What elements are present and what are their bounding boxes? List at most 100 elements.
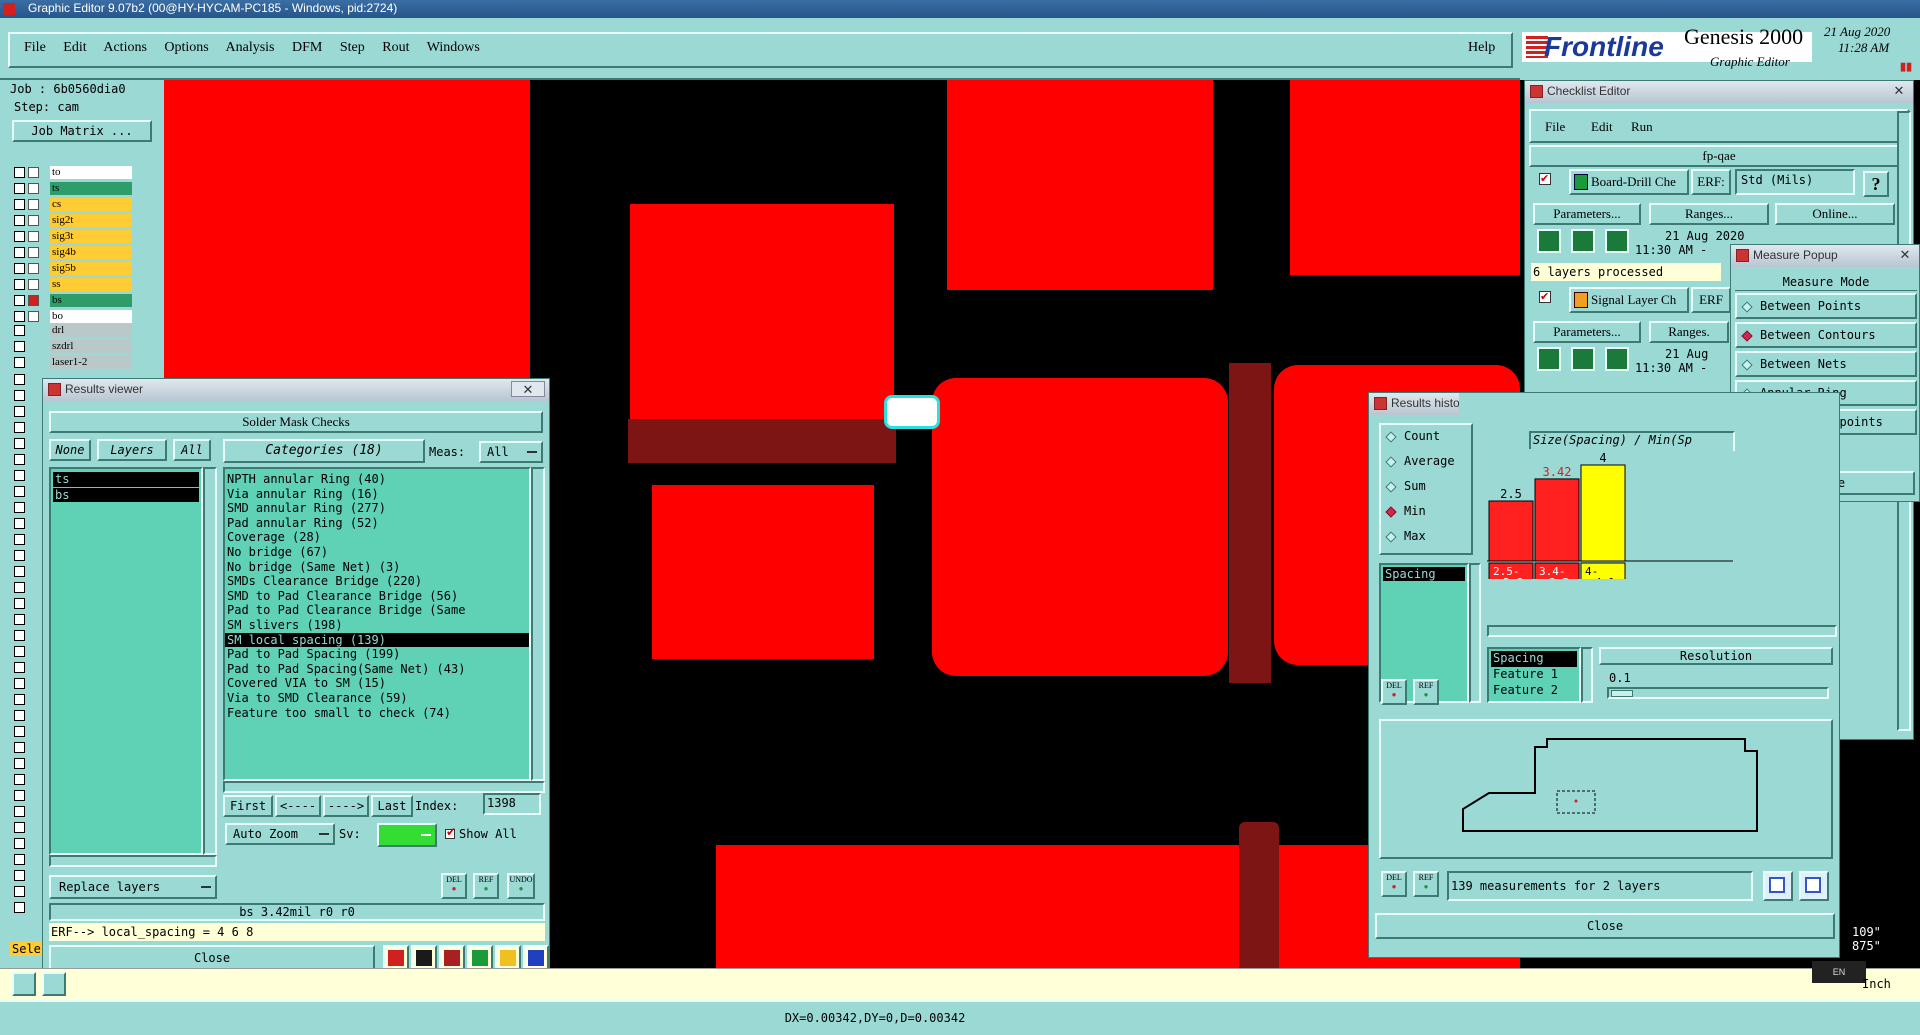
close-icon[interactable]: ✕ <box>511 381 545 397</box>
stat-option[interactable]: Min <box>1385 504 1471 529</box>
check2-button[interactable]: Signal Layer Ch <box>1569 287 1689 313</box>
layer-display-checkbox[interactable] <box>14 502 25 513</box>
check1-erf-button[interactable]: ERF: <box>1691 169 1731 195</box>
chart-hscrollbar[interactable] <box>1487 625 1837 637</box>
layer-display-checkbox[interactable] <box>14 790 25 801</box>
menu-edit[interactable]: Edit <box>63 40 86 55</box>
auto-zoom-dropdown[interactable]: Auto Zoom <box>225 823 335 845</box>
check2-checkbox[interactable]: ✔ <box>1539 291 1551 303</box>
category-hscrollbar[interactable] <box>223 781 545 793</box>
layer-row-sig4b[interactable]: sig4b <box>14 246 134 259</box>
check1-ranges-button[interactable]: Ranges... <box>1649 203 1769 225</box>
check1-button[interactable]: Board-Drill Che <box>1569 169 1689 195</box>
category-list-item[interactable]: Pad to Pad Spacing(Same Net) (43) <box>225 662 529 677</box>
resolution-slider[interactable] <box>1607 687 1829 699</box>
field-table-scrollbar[interactable] <box>1581 647 1593 703</box>
category-list-item[interactable]: Pad annular Ring (52) <box>225 516 529 531</box>
category-list-item[interactable]: No bridge (67) <box>225 545 529 560</box>
layer-display-checkbox[interactable] <box>14 854 25 865</box>
prev-button[interactable]: <---- <box>275 795 321 817</box>
export-histogram-icon[interactable] <box>1763 871 1793 901</box>
layer-display-checkbox[interactable] <box>14 742 25 753</box>
layer-display-checkbox[interactable] <box>14 806 25 817</box>
layer-display-checkbox[interactable] <box>14 167 25 178</box>
next-button[interactable]: ----> <box>323 795 369 817</box>
layer-row-to[interactable]: to <box>14 166 134 179</box>
layer-affected-checkbox[interactable] <box>28 295 39 306</box>
layer-display-checkbox[interactable] <box>14 215 25 226</box>
layer-display-checkbox[interactable] <box>14 646 25 657</box>
layer-display-checkbox[interactable] <box>14 870 25 881</box>
export-chart-icon[interactable] <box>1799 871 1829 901</box>
category-list-item[interactable]: Pad to Pad Spacing (199) <box>225 647 529 662</box>
category-list-item[interactable]: SMDs Clearance Bridge (220) <box>225 574 529 589</box>
stat-option[interactable]: Sum <box>1385 479 1471 504</box>
first-button[interactable]: First <box>223 795 273 817</box>
layer-hscrollbar[interactable] <box>49 855 217 867</box>
replace-layers-dropdown[interactable]: Replace layers <box>49 875 217 899</box>
help-icon[interactable]: ? <box>1863 171 1889 197</box>
meas-dropdown[interactable]: All <box>479 441 543 463</box>
layer-list-item[interactable]: bs <box>53 487 199 503</box>
layer-display-checkbox[interactable] <box>14 263 25 274</box>
check2-ranges-button[interactable]: Ranges. <box>1649 321 1729 343</box>
all-layers-button[interactable]: All <box>173 439 211 461</box>
layer-row-sig5b[interactable]: sig5b <box>14 262 134 275</box>
layer-display-checkbox[interactable] <box>14 630 25 641</box>
measure-mode-option[interactable]: Between Contours <box>1735 322 1917 348</box>
category-list-item[interactable]: Coverage (28) <box>225 530 529 545</box>
checklist-menu-run[interactable]: Run <box>1631 119 1653 135</box>
layer-affected-checkbox[interactable] <box>28 167 39 178</box>
layer-affected-checkbox[interactable] <box>28 247 39 258</box>
layer-display-checkbox[interactable] <box>14 374 25 385</box>
del-button[interactable]: DEL ● <box>441 873 467 899</box>
histogram-close-button[interactable]: Close <box>1375 913 1835 939</box>
tool-icon[interactable] <box>12 972 36 996</box>
undo-button[interactable]: UNDO ● <box>507 873 535 899</box>
slider-thumb[interactable] <box>1611 690 1633 697</box>
layer-row-ts[interactable]: ts <box>14 182 134 195</box>
layer-row-sig3t[interactable]: sig3t <box>14 230 134 243</box>
layer-affected-checkbox[interactable] <box>28 311 39 322</box>
menu-windows[interactable]: Windows <box>427 40 480 55</box>
hist-ref-button[interactable]: REF ● <box>1413 679 1439 705</box>
layer-display-checkbox[interactable] <box>14 390 25 401</box>
measure-mode-option[interactable]: Between Points <box>1735 293 1917 319</box>
layer-display-checkbox[interactable] <box>14 279 25 290</box>
layer-display-checkbox[interactable] <box>14 566 25 577</box>
layer-display-checkbox[interactable] <box>14 758 25 769</box>
layer-display-checkbox[interactable] <box>14 470 25 481</box>
run-action-icon[interactable] <box>1537 229 1561 253</box>
category-list-item[interactable]: Feature too small to check (74) <box>225 706 529 721</box>
category-list[interactable]: NPTH annular Ring (40) Via annular Ring (… <box>223 467 531 781</box>
layer-display-checkbox[interactable] <box>14 406 25 417</box>
category-list-item[interactable]: Pad to Pad Clearance Bridge (Same <box>225 603 529 618</box>
layer-row-bs[interactable]: bs <box>14 294 134 307</box>
layer-display-checkbox[interactable] <box>14 710 25 721</box>
check2-erf-button[interactable]: ERF <box>1691 287 1731 313</box>
hist-del-button[interactable]: DEL ● <box>1381 679 1407 705</box>
menu-actions[interactable]: Actions <box>103 40 147 55</box>
check1-params-button[interactable]: Parameters... <box>1533 203 1641 225</box>
layer-display-checkbox[interactable] <box>14 614 25 625</box>
field-scrollbar[interactable] <box>1469 563 1481 703</box>
layer-list-item[interactable]: ts <box>53 472 199 487</box>
ref-button[interactable]: REF ● <box>473 873 499 899</box>
layer-display-checkbox[interactable] <box>14 454 25 465</box>
run-action-icon[interactable] <box>1571 229 1595 253</box>
layer-row-bo[interactable]: bo <box>14 310 134 323</box>
layer-display-checkbox[interactable] <box>14 438 25 449</box>
stat-option[interactable]: Count <box>1385 429 1471 454</box>
layer-display-checkbox[interactable] <box>14 694 25 705</box>
menu-file[interactable]: File <box>24 40 46 55</box>
layer-display-checkbox[interactable] <box>14 726 25 737</box>
layers-button[interactable]: Layers <box>97 439 167 461</box>
job-matrix-button[interactable]: Job Matrix ... <box>12 120 152 142</box>
layer-row-drl[interactable]: drl <box>14 324 134 337</box>
sv-color-dropdown[interactable] <box>377 823 437 847</box>
run-action-icon[interactable] <box>1537 347 1561 371</box>
category-list-item[interactable]: SM slivers (198) <box>225 618 529 633</box>
layer-display-checkbox[interactable] <box>14 357 25 368</box>
stat-option[interactable]: Max <box>1385 529 1471 554</box>
category-list-item[interactable]: Via to SMD Clearance (59) <box>225 691 529 706</box>
